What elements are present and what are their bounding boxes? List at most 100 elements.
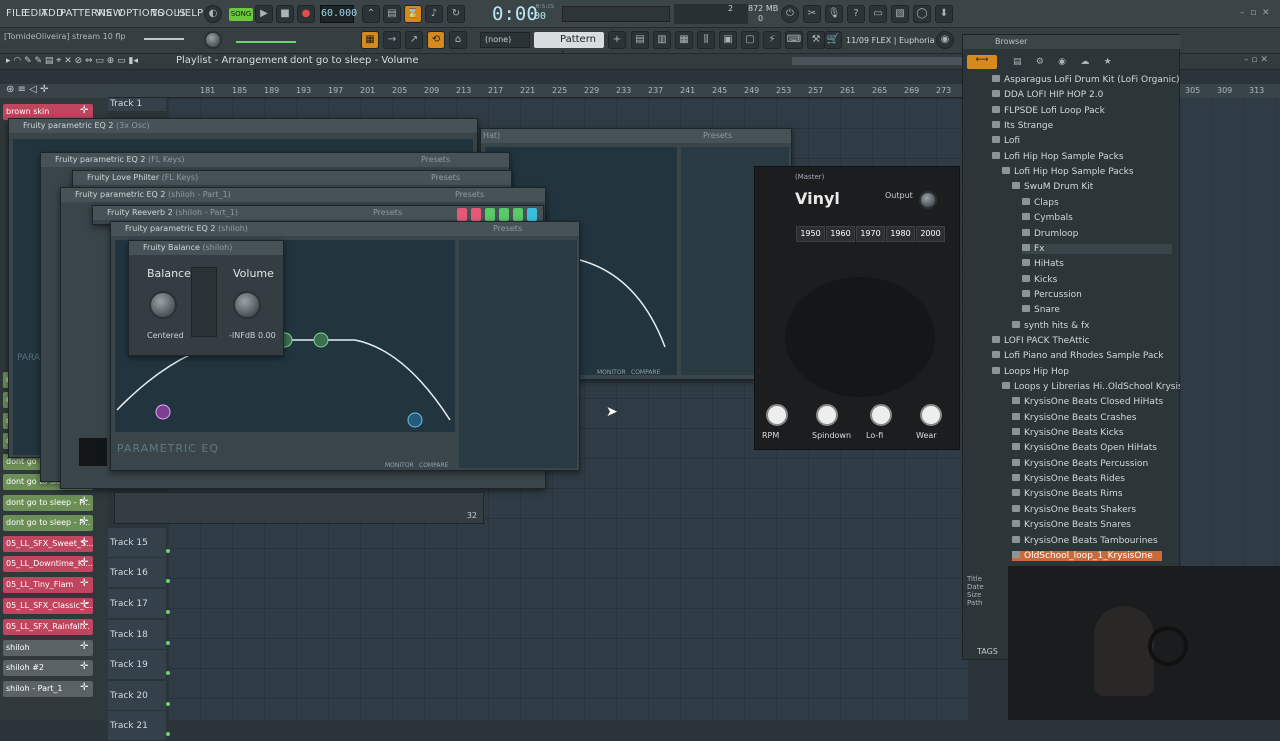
browser-item[interactable]: Lofi Piano and Rhodes Sample Pack — [992, 351, 1164, 361]
play-icon[interactable]: ▶ — [255, 5, 273, 23]
vinyl-knob[interactable] — [870, 404, 892, 426]
right-grid[interactable] — [1180, 98, 1280, 566]
browser-item[interactable]: Asparagus LoFi Drum Kit (LoFi Organic) — [992, 75, 1180, 85]
track-mute-led[interactable] — [166, 549, 170, 553]
eq-window-3xosc-title[interactable]: Fruity parametric EQ 2 (3x Osc) — [9, 119, 477, 133]
track-label[interactable]: Track 21 — [108, 711, 166, 741]
clip-drag-icon[interactable]: ✛ — [80, 599, 88, 610]
online-icon[interactable]: ⏻ — [781, 5, 799, 23]
piano-roll-icon[interactable]: ▥ — [653, 31, 671, 49]
browser-item[interactable]: KrysisOne Beats Rides — [1012, 474, 1125, 484]
wrench-icon[interactable]: ⚒ — [807, 31, 825, 49]
countdown-icon[interactable]: ⌛ — [404, 5, 422, 23]
blend-notes-icon[interactable]: ♪ — [425, 5, 443, 23]
wait-record-icon[interactable]: ▤ — [383, 5, 401, 23]
track-1-label[interactable]: Track 1 — [108, 98, 166, 112]
master-pitch-knob[interactable] — [204, 31, 222, 49]
browser-item[interactable]: Percussion — [1022, 289, 1082, 300]
hat-compare-label[interactable]: COMPARE — [631, 369, 660, 376]
clip-drag-icon[interactable]: ✛ — [80, 661, 88, 672]
timeline-ruler[interactable]: 181 185 189 193 197 201 205 209 213 217 221 225 229 2… — [108, 84, 968, 98]
tempo-display[interactable]: 60.000 — [320, 5, 357, 23]
browser-item[interactable]: HiHats — [1022, 259, 1064, 269]
track-label[interactable]: Track 18 — [108, 620, 166, 650]
pattern-strip[interactable]: 32 — [114, 492, 484, 524]
clip-drag-icon[interactable]: ✛ — [80, 537, 88, 548]
browser-item[interactable]: Lofi — [992, 136, 1020, 146]
vinyl-year-button[interactable]: 1980 — [886, 226, 915, 242]
help-icon[interactable]: ? — [847, 5, 865, 23]
mic-icon[interactable]: 🎙 — [825, 5, 843, 23]
vinyl-knob[interactable] — [816, 404, 838, 426]
vinyl-knob[interactable] — [920, 404, 942, 426]
track-mute-led[interactable] — [166, 579, 170, 583]
metronome-icon[interactable]: ⌃ — [362, 5, 380, 23]
news-ticker[interactable]: 11/09 FLEX | Euphoria — [846, 36, 935, 45]
hat-presets[interactable]: Presets — [703, 131, 732, 140]
rev-band-5[interactable] — [513, 208, 523, 221]
balance-title[interactable]: Fruity Balance (shiloh) — [129, 241, 283, 255]
clip-drag-icon[interactable]: ✛ — [80, 641, 88, 652]
volume-knob[interactable] — [233, 291, 261, 319]
browser-item[interactable]: LOFI PACK TheAttic — [992, 335, 1090, 346]
browser-nav-icon[interactable]: ⟷ — [967, 55, 997, 69]
browser-item[interactable]: synth hits & fx — [1012, 320, 1089, 331]
browser-item[interactable]: Fx — [1022, 243, 1172, 254]
playlist-window-controls[interactable]: – ▫ ✕ — [1244, 55, 1268, 65]
pattern-selector[interactable]: Pattern 1 — [534, 32, 604, 61]
track-mute-led[interactable] — [166, 610, 170, 614]
browser-tool-icons[interactable]: ▤ ⚙ ◉ ☁ ★ — [1013, 57, 1112, 67]
audio-icon[interactable]: ⌂ — [449, 31, 467, 49]
rev-band-2[interactable] — [471, 208, 481, 221]
vinyl-year-button[interactable]: 1970 — [856, 226, 885, 242]
master-volume-slider[interactable] — [144, 38, 184, 40]
eq-window-shiloh-part1-title[interactable]: Fruity parametric EQ 2 (shiloh - Part_1)… — [61, 188, 545, 202]
vinyl-knob[interactable] — [766, 404, 788, 426]
news-icon[interactable]: ◉ — [936, 31, 954, 49]
balance-window[interactable]: Fruity Balance (shiloh) Balance Volume C… — [128, 240, 284, 356]
track-label[interactable]: Track 19 — [108, 650, 166, 680]
clip-drag-icon[interactable]: ✛ — [80, 557, 88, 568]
stop-icon[interactable]: ■ — [276, 5, 294, 23]
browser-item[interactable]: KrysisOne Beats Open HiHats — [1012, 443, 1157, 453]
link-icon[interactable]: ⟲ — [427, 31, 445, 49]
rev-band-3[interactable] — [485, 208, 495, 221]
browser-tags-button[interactable]: TAGS — [977, 647, 998, 656]
browser-item[interactable]: KrysisOne Beats Closed HiHats — [1012, 397, 1163, 407]
slide-icon[interactable]: ↗ — [405, 31, 423, 49]
browser-item[interactable]: KrysisOne Beats Rims — [1012, 489, 1123, 499]
track-label[interactable]: Track 15 — [108, 528, 166, 558]
browser-item[interactable]: DDA LOFI HIP HOP 2.0 — [992, 90, 1103, 100]
love-philter-title[interactable]: Fruity Love Philter (FL Keys) Presets — [73, 171, 511, 185]
track-label[interactable]: Track 16 — [108, 558, 166, 588]
loop-record-icon[interactable]: ↻ — [447, 5, 465, 23]
track-mute-led[interactable] — [166, 641, 170, 645]
eq4-compare-label[interactable]: COMPARE — [419, 462, 448, 469]
browser-window-icon[interactable]: ▣ — [719, 31, 737, 49]
pattern-song-toggle-icon[interactable]: ◐ — [204, 5, 222, 23]
track-mute-led[interactable] — [166, 702, 170, 706]
eq4-presets[interactable]: Presets — [493, 224, 522, 233]
browser-item[interactable]: KrysisOne Beats Crashes — [1012, 412, 1136, 423]
browser-titlebar[interactable]: Browser — [963, 35, 1181, 49]
browser-item[interactable]: OldSchool_loop_1_KrysisOne — [1012, 550, 1162, 561]
vinyl-year-button[interactable]: 1960 — [826, 226, 855, 242]
clip-drag-icon[interactable]: ✛ — [80, 578, 88, 589]
browser-item[interactable]: KrysisOne Beats Percussion — [1012, 458, 1148, 469]
add-pattern-icon[interactable]: + — [608, 31, 626, 49]
eq-window-shiloh-title[interactable]: Fruity parametric EQ 2 (shiloh) Presets — [111, 222, 579, 236]
clip-drag-icon[interactable]: ✛ — [80, 105, 88, 116]
menu-help[interactable]: HELP — [177, 8, 203, 19]
track-label[interactable]: Track 20 — [108, 681, 166, 711]
browser-item[interactable]: Snare — [1022, 305, 1060, 315]
browser-item[interactable]: Kicks — [1022, 274, 1057, 285]
plugin-icon[interactable]: ⚡ — [763, 31, 781, 49]
cut-icon[interactable]: ✂ — [803, 5, 821, 23]
clip-drag-icon[interactable]: ✛ — [80, 496, 88, 507]
rev-band-1[interactable] — [457, 208, 467, 221]
browser-item[interactable]: KrysisOne Beats Tambourines — [1012, 535, 1158, 546]
balance-knob[interactable] — [149, 291, 177, 319]
eq-window-flkeys-title[interactable]: Fruity parametric EQ 2 (FL Keys) Presets — [41, 153, 509, 167]
picker-tool-icons[interactable]: ⊛ ≡ ◁ ✛ — [6, 84, 48, 95]
browser-item[interactable]: Claps — [1022, 197, 1059, 208]
